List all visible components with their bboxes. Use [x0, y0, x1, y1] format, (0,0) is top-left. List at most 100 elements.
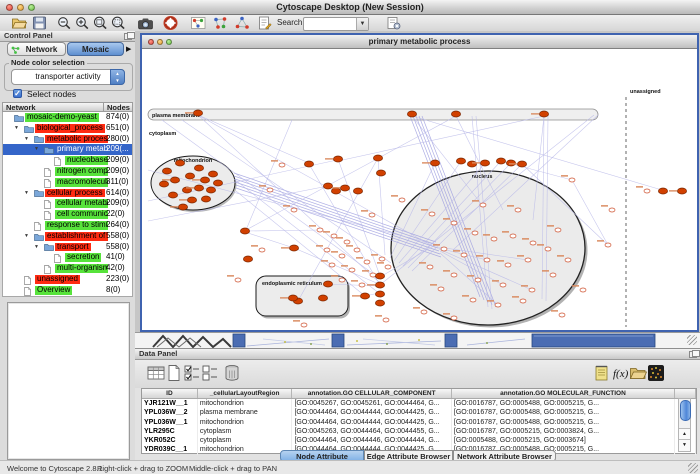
column-header-_cellularLayoutRegion[interactable]: _cellularLayoutRegion: [198, 389, 293, 398]
attribute-table-header[interactable]: ID_cellularLayoutRegionannotation.GO CEL…: [142, 389, 696, 399]
gene-node[interactable]: [339, 254, 345, 258]
transporter-gene-node[interactable]: [451, 111, 460, 117]
unselect-attributes-icon[interactable]: [201, 364, 219, 382]
expand-triangle-icon[interactable]: ▼: [24, 188, 29, 199]
select-attributes-icon[interactable]: [183, 364, 201, 382]
birdseye-view[interactable]: [7, 302, 130, 460]
transporter-gene-node[interactable]: [243, 256, 252, 262]
transporter-gene-node[interactable]: [677, 188, 686, 194]
gene-node[interactable]: [644, 189, 650, 193]
gene-node[interactable]: [267, 188, 273, 192]
gene-node[interactable]: [525, 258, 531, 262]
tree-row-primary-metabo[interactable]: ▼primary metabo209(...: [3, 144, 132, 155]
cell[interactable]: [GO:0005488, GO:0005215, GO:0003674]: [452, 436, 675, 445]
node-color-dropdown[interactable]: transporter activity ▲▼: [11, 69, 125, 85]
edge[interactable]: [198, 115, 309, 163]
transporter-gene-node[interactable]: [331, 188, 340, 194]
gene-node[interactable]: [259, 248, 265, 252]
tree-row-mosaic-demo-yeast[interactable]: mosaic-demo-yeast874(0): [3, 112, 132, 123]
transporter-gene-node[interactable]: [193, 110, 202, 116]
transporter-gene-node[interactable]: [213, 180, 222, 186]
cell[interactable]: YLR295C: [142, 427, 198, 436]
transporter-gene-node[interactable]: [194, 185, 203, 191]
transporter-gene-node[interactable]: [658, 188, 667, 194]
layout-network-icon-2[interactable]: [234, 16, 251, 30]
cell[interactable]: plasma membrane: [198, 408, 293, 417]
gene-node[interactable]: [349, 268, 355, 272]
gene-node[interactable]: [470, 298, 476, 302]
gene-node[interactable]: [383, 318, 389, 322]
gene-node[interactable]: [235, 278, 241, 282]
cell[interactable]: YPL036W__1: [142, 418, 198, 427]
gene-node[interactable]: [520, 299, 526, 303]
float-data-panel-icon[interactable]: [689, 351, 697, 358]
transporter-gene-node[interactable]: [467, 161, 476, 167]
table-row-YJR121W__1[interactable]: YJR121W__1mitochondrion[GO:0045267, GO:0…: [142, 399, 696, 408]
tree-row-establishment-of-lo[interactable]: ▼establishment of lo558(0): [3, 231, 132, 242]
gene-node[interactable]: [569, 178, 575, 182]
more-tabs-arrow[interactable]: ▶: [126, 45, 131, 53]
cell[interactable]: [GO:0044464, GO:0044444, GO:0044425, G..…: [292, 408, 451, 417]
table-row-YLR295C[interactable]: YLR295Ccytoplasm[GO:0045263, GO:0044464,…: [142, 427, 696, 436]
tree-row-overview[interactable]: Overview8(0): [3, 285, 132, 296]
transporter-gene-node[interactable]: [456, 158, 465, 164]
gene-node[interactable]: [484, 258, 490, 262]
cell[interactable]: YJR121W__1: [142, 399, 198, 408]
scroll-down-arrow[interactable]: ▼: [679, 439, 690, 451]
tree-row-secretion[interactable]: secretion41(0): [3, 252, 132, 263]
cell[interactable]: [GO:0016787, GO:0005488, GO:0005215, G..…: [452, 418, 675, 427]
tree-row-nucleobase-[interactable]: nucleobase-209(0): [3, 155, 132, 166]
gene-node[interactable]: [565, 258, 571, 262]
cell[interactable]: [GO:0044464, GO:0044444, GO:0044425, G..…: [292, 418, 451, 427]
transporter-gene-node[interactable]: [206, 187, 215, 193]
gene-node[interactable]: [451, 316, 457, 320]
gene-node[interactable]: [461, 253, 467, 257]
transporter-gene-node[interactable]: [185, 173, 194, 179]
transporter-gene-node[interactable]: [375, 291, 384, 297]
cell[interactable]: YDR039C__1: [142, 445, 198, 454]
delete-attribute-icon[interactable]: [223, 364, 241, 382]
cell[interactable]: mitochondrion: [198, 445, 293, 454]
transporter-gene-node[interactable]: [159, 181, 168, 187]
transporter-gene-node[interactable]: [168, 192, 177, 198]
gene-node[interactable]: [451, 221, 457, 225]
tab-network[interactable]: Network: [7, 42, 66, 56]
tree-row-cell-communicat[interactable]: cell communicat22(0): [3, 209, 132, 220]
gene-node[interactable]: [344, 240, 350, 244]
gene-node[interactable]: [441, 247, 447, 251]
transporter-gene-node[interactable]: [323, 183, 332, 189]
expand-triangle-icon[interactable]: ▼: [34, 144, 39, 155]
gene-node[interactable]: [510, 234, 516, 238]
transporter-gene-node[interactable]: [496, 158, 505, 164]
transporter-gene-node[interactable]: [162, 168, 171, 174]
edge[interactable]: [246, 230, 320, 231]
transporter-gene-node[interactable]: [240, 228, 249, 234]
matrix-icon[interactable]: [647, 364, 665, 382]
table-row-YKR052C[interactable]: YKR052Ccytoplasm[GO:0044464, GO:0044446,…: [142, 436, 696, 445]
view-zoom-button[interactable]: [166, 39, 172, 45]
gene-node[interactable]: [427, 265, 433, 269]
transporter-gene-node[interactable]: [407, 111, 416, 117]
function-builder-icon[interactable]: f(x): [611, 364, 629, 382]
help-ring-icon[interactable]: [162, 16, 179, 30]
gene-node[interactable]: [491, 237, 497, 241]
cell[interactable]: YPL036W__2: [142, 408, 198, 417]
gene-node[interactable]: [472, 231, 478, 235]
column-header-spacer[interactable]: [675, 389, 696, 398]
transporter-gene-node[interactable]: [170, 177, 179, 183]
tab-mosaic[interactable]: Mosaic: [67, 42, 124, 56]
cell[interactable]: YKR052C: [142, 436, 198, 445]
gene-node[interactable]: [369, 213, 375, 217]
cell[interactable]: [GO:0016787, GO:0005215, GO:0003824, G..…: [452, 427, 675, 436]
gene-node[interactable]: [559, 313, 565, 317]
transporter-gene-node[interactable]: [318, 295, 327, 301]
annotation-icon[interactable]: [256, 16, 273, 30]
cell[interactable]: mitochondrion: [198, 399, 293, 408]
gene-node[interactable]: [291, 208, 297, 212]
gene-node[interactable]: [301, 323, 307, 327]
gene-node[interactable]: [500, 283, 506, 287]
import-folder-icon[interactable]: [629, 364, 647, 382]
tree-row-biological-process[interactable]: ▼biological_process651(0): [3, 123, 132, 134]
transporter-gene-node[interactable]: [373, 155, 382, 161]
transporter-gene-node[interactable]: [194, 165, 203, 171]
